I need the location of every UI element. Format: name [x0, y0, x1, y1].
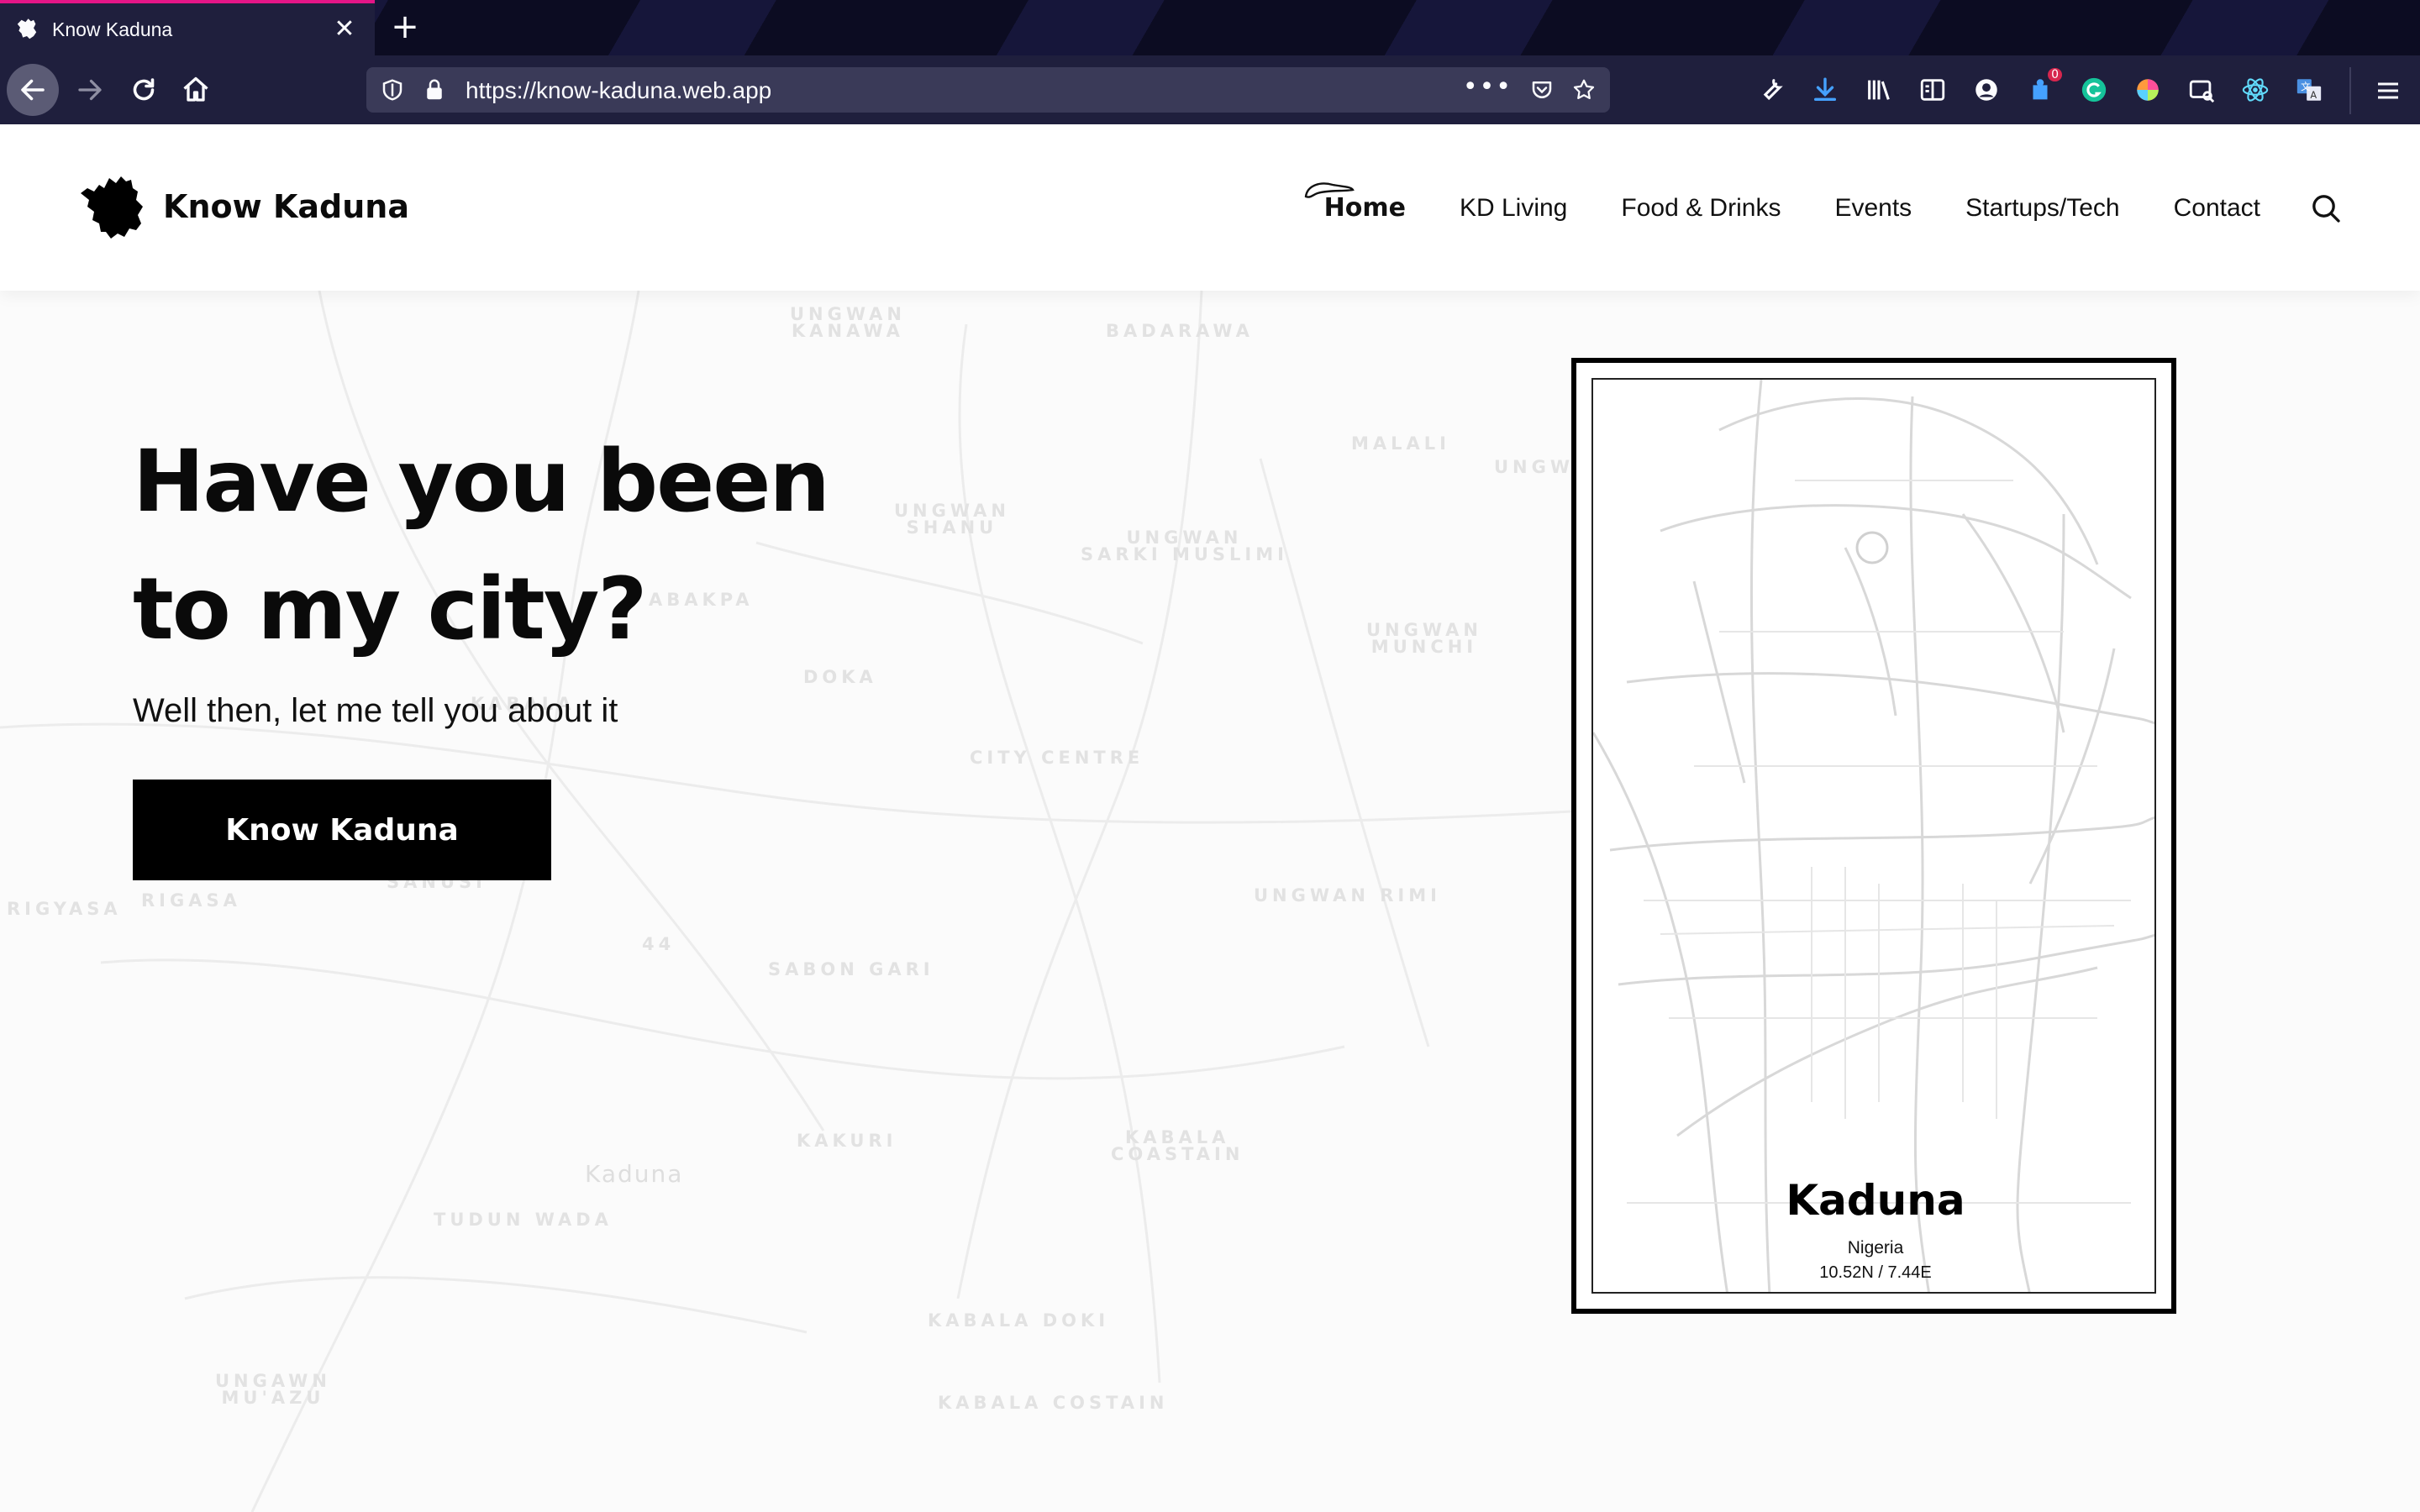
wrench-icon[interactable]: [1756, 75, 1786, 105]
hamburger-menu-icon[interactable]: [2371, 74, 2405, 108]
tracking-protection-shield-icon[interactable]: [380, 77, 405, 102]
page-actions-more-icon[interactable]: •••: [1463, 72, 1512, 102]
arrow-left-icon: [21, 79, 45, 101]
home-icon: [183, 76, 208, 102]
pocket-icon[interactable]: [1529, 77, 1555, 102]
map-label-malali: MALALI: [1351, 433, 1450, 454]
back-button[interactable]: [7, 64, 59, 116]
map-label-ungwan-munchi: UNGWAN MUNCHI: [1366, 620, 1482, 657]
hero-title: Have you been to my city?: [133, 418, 889, 674]
nav-home[interactable]: Home: [1304, 182, 1406, 223]
arrow-right-icon: [78, 79, 102, 101]
kaduna-map-favicon-icon: [17, 18, 37, 39]
map-label-badarawa: BADARAWA: [1106, 321, 1254, 341]
browser-tab-active[interactable]: Know Kaduna ✕: [0, 0, 375, 55]
svg-text:A: A: [2310, 89, 2317, 101]
account-icon[interactable]: [1971, 75, 2002, 105]
map-label-ungawn-mu-azu: UNGAWN MU'AZU: [215, 1371, 331, 1408]
reader-view-icon[interactable]: [1918, 75, 1948, 105]
map-label-ungwan-kanawa: UNGWAN KANAWA: [790, 304, 906, 341]
map-label-kakuri: KAKURI: [797, 1131, 897, 1151]
map-label-kabala-coastain: KABALA COASTAIN: [1111, 1127, 1244, 1164]
scribble-underline-icon: [1304, 182, 1355, 198]
address-bar[interactable]: https://know-kaduna.web.app •••: [366, 67, 1610, 113]
grammarly-icon[interactable]: [2079, 75, 2109, 105]
know-kaduna-button[interactable]: Know Kaduna: [133, 780, 551, 880]
map-label-ungwan-sarki-muslimi: UNGWAN SARKI MUSLIMI: [1081, 528, 1288, 564]
map-label-kaduna: Kaduna: [585, 1160, 684, 1188]
extension-badge-count: 0: [2048, 68, 2062, 81]
bookmark-star-icon[interactable]: [1571, 77, 1597, 102]
nav-contact[interactable]: Contact: [2174, 194, 2260, 223]
forward-button[interactable]: [64, 64, 116, 116]
hero-title-line-2: to my city?: [133, 559, 647, 659]
map-label-kabala-costain: KABALA COSTAIN: [938, 1393, 1169, 1413]
logo-text: Know Kaduna: [163, 188, 409, 225]
extension-badge-icon[interactable]: 0: [2025, 68, 2062, 105]
poster-city-name: Kaduna: [1786, 1176, 1965, 1225]
browser-tab-strip: Know Kaduna ✕ +: [0, 0, 2420, 55]
lock-icon[interactable]: [422, 77, 447, 102]
search-icon[interactable]: [2309, 192, 2343, 225]
hero-title-line-1: Have you been: [133, 432, 830, 532]
new-tab-button[interactable]: +: [387, 8, 424, 46]
map-label-tudun-wada: TUDUN WADA: [434, 1210, 613, 1230]
react-devtools-icon[interactable]: [2240, 75, 2270, 105]
reload-button[interactable]: [118, 64, 170, 116]
map-label-sabon-gari: SABON GARI: [768, 959, 934, 979]
library-icon[interactable]: [1864, 75, 1894, 105]
tab-title: Know Kaduna: [52, 18, 173, 40]
site-header: Know Kaduna Home KD Living Food & Drinks…: [0, 124, 2420, 291]
close-tab-icon[interactable]: ✕: [329, 13, 360, 44]
map-label-ungwan-rimi: UNGWAN RIMI: [1254, 885, 1441, 906]
nav-food-drinks[interactable]: Food & Drinks: [1621, 194, 1781, 223]
kaduna-state-map-icon: [81, 176, 143, 239]
nav-kd-living[interactable]: KD Living: [1460, 194, 1567, 223]
color-picker-icon[interactable]: [2133, 75, 2163, 105]
web-page: UNGWAN KANAWA BADARAWA MALALI UNGWA UNGWA…: [0, 124, 2420, 1512]
map-label-rigasa: RIGASA: [141, 890, 241, 911]
translate-icon[interactable]: 文A: [2294, 75, 2324, 105]
site-logo[interactable]: Know Kaduna: [77, 173, 409, 240]
map-label-rigyasa: RIGYASA: [7, 899, 122, 919]
extensions-toolbar: 0 文A: [1756, 68, 2324, 111]
poster-coordinates: 10.52N / 7.44E: [1819, 1263, 1932, 1282]
poster-frame: Kaduna Nigeria 10.52N / 7.44E: [1591, 378, 2156, 1294]
poster-street-map: [1593, 380, 2154, 1292]
screenshot-icon[interactable]: [2186, 75, 2217, 105]
map-label-ungwan-shanu: UNGWAN SHANU: [894, 501, 1010, 538]
nav-startups-tech[interactable]: Startups/Tech: [1965, 194, 2119, 223]
map-label-44: 44: [642, 934, 676, 954]
nav-events[interactable]: Events: [1834, 194, 1912, 223]
reload-icon: [133, 78, 155, 101]
url-text[interactable]: https://know-kaduna.web.app: [466, 77, 771, 104]
download-icon[interactable]: [1810, 75, 1840, 105]
map-label-city-centre: CITY CENTRE: [970, 748, 1144, 768]
main-navigation: Home KD Living Food & Drinks Events Star…: [1304, 182, 2260, 223]
map-label-kabala-doki: KABALA DOKI: [928, 1310, 1110, 1331]
hero-subtitle: Well then, let me tell you about it: [133, 692, 618, 729]
svg-text:文: 文: [2301, 81, 2310, 92]
home-button[interactable]: [170, 64, 222, 116]
city-map-poster: Kaduna Nigeria 10.52N / 7.44E: [1571, 358, 2176, 1314]
toolbar-separator: [2349, 67, 2351, 114]
poster-country: Nigeria: [1847, 1238, 1904, 1257]
